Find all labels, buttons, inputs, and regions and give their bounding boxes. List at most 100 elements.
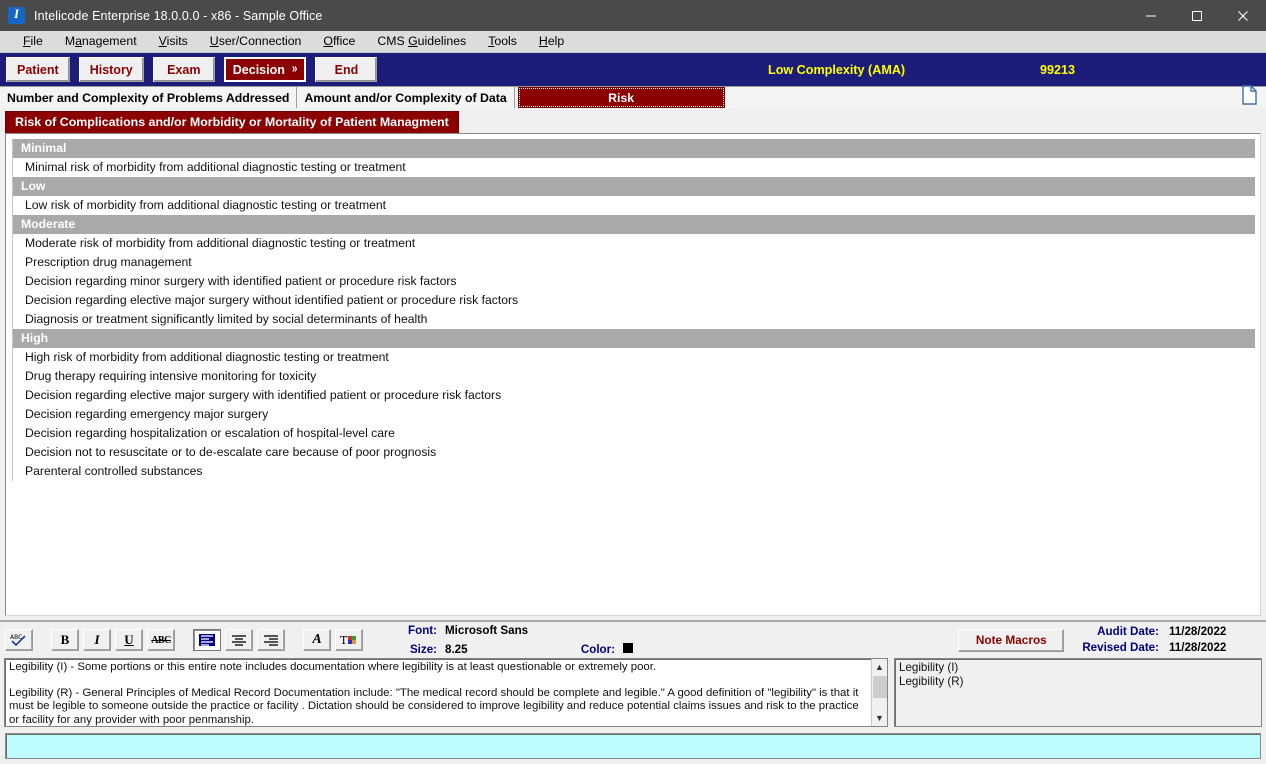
risk-list-item[interactable]: Decision regarding elective major surger… — [13, 291, 1254, 310]
minimize-icon[interactable] — [1128, 0, 1174, 31]
spellcheck-icon[interactable]: ABC — [5, 629, 33, 651]
note-scrollbar[interactable]: ▲ ▼ — [871, 659, 887, 726]
nav-button-label: End — [334, 62, 359, 77]
risk-group-header: Low — [13, 177, 1255, 196]
note-editor-panel: ABC B I U ABC A T Font: Microsoft Sans S… — [0, 620, 1266, 764]
menu-item-file[interactable]: File — [12, 31, 54, 52]
nav-button-patient[interactable]: Patient — [6, 57, 70, 82]
tab-data-complexity[interactable]: Amount and/or Complexity of Data — [297, 87, 515, 108]
status-bar[interactable] — [5, 733, 1261, 759]
scroll-down-icon[interactable]: ▼ — [871, 710, 887, 726]
risk-panel: Risk of Complications and/or Morbidity o… — [0, 108, 1266, 620]
complexity-status: Low Complexity (AMA) — [768, 62, 906, 77]
note-paragraph: Legibility (I) - Some portions or this e… — [9, 661, 657, 673]
risk-rows-container: Minimal Minimal risk of morbidity from ad… — [12, 139, 1255, 481]
maximize-icon[interactable] — [1174, 0, 1220, 31]
tab-problems-addressed[interactable]: Number and Complexity of Problems Addres… — [0, 87, 298, 108]
font-label: Font: — [408, 623, 437, 637]
audit-dates: Audit Date: 11/28/2022 Revised Date: 11/… — [1082, 624, 1255, 656]
align-right-icon[interactable] — [257, 629, 285, 651]
nav-button-label: Exam — [167, 62, 201, 77]
risk-list-item[interactable]: Moderate risk of morbidity from addition… — [13, 234, 1254, 253]
scrollbar-thumb[interactable] — [872, 676, 887, 698]
risk-list-item[interactable]: Prescription drug management — [13, 253, 1254, 272]
audit-date-value: 11/28/2022 — [1169, 625, 1227, 638]
align-center-icon[interactable] — [225, 629, 253, 651]
nav-button-history[interactable]: History — [78, 57, 144, 82]
document-page-icon[interactable] — [1241, 85, 1258, 110]
risk-group-header: High — [13, 329, 1255, 348]
risk-listbox[interactable]: Minimal Minimal risk of morbidity from ad… — [5, 133, 1261, 616]
risk-group-header: Minimal — [13, 139, 1255, 158]
font-info: Font: Microsoft Sans Size: 8.25 Color: — [399, 623, 633, 658]
macro-list-item[interactable]: Legibility (R) — [899, 675, 1257, 689]
formatting-toolbar: ABC B I U ABC A T Font: Microsoft Sans S… — [0, 622, 1266, 658]
tab-strip-filler — [725, 85, 1266, 110]
risk-list-item[interactable]: Decision regarding minor surgery with id… — [13, 272, 1254, 291]
macro-list-item[interactable]: Legibility (I) — [899, 661, 1257, 675]
window-title: Intelicode Enterprise 18.0.0.0 - x86 - S… — [34, 8, 323, 23]
risk-list-item[interactable]: Decision regarding elective major surger… — [13, 386, 1254, 405]
note-textarea[interactable]: Legibility (I) - Some portions or this e… — [4, 658, 888, 727]
menu-item-visits[interactable]: Visits — [148, 31, 199, 52]
mdm-tab-strip: Number and Complexity of Problems Addres… — [0, 85, 1266, 110]
risk-group-header: Moderate — [13, 215, 1255, 234]
chevron-down-icon: » — [291, 61, 298, 76]
app-logo-icon — [8, 6, 25, 24]
note-text-content[interactable]: Legibility (I) - Some portions or this e… — [5, 659, 871, 726]
risk-list-item[interactable]: Decision regarding emergency major surge… — [13, 405, 1254, 424]
underline-icon[interactable]: U — [115, 629, 143, 651]
color-label: Color: — [580, 642, 615, 656]
macro-list-box[interactable]: Legibility (I) Legibility (R) — [894, 658, 1262, 727]
primary-nav-bar: Patient History Exam Decision » End Low … — [0, 53, 1266, 86]
nav-button-exam[interactable]: Exam — [152, 57, 215, 82]
color-swatch[interactable] — [623, 642, 633, 658]
revised-date-value: 11/28/2022 — [1169, 641, 1227, 654]
scroll-up-icon[interactable]: ▲ — [871, 659, 887, 675]
revised-date-label: Revised Date: — [1082, 641, 1159, 654]
status-bar-wrap — [0, 729, 1266, 764]
font-value[interactable]: Microsoft Sans — [445, 623, 565, 639]
title-bar: Intelicode Enterprise 18.0.0.0 - x86 - S… — [0, 0, 1266, 31]
menu-item-user-connection[interactable]: User/Connection — [199, 31, 313, 52]
tab-risk[interactable]: Risk — [517, 87, 725, 108]
risk-list-item[interactable]: Decision not to resuscitate or to de-esc… — [13, 443, 1254, 462]
risk-list-item[interactable]: High risk of morbidity from additional d… — [13, 348, 1254, 367]
note-macros-button[interactable]: Note Macros — [958, 628, 1065, 652]
macro-and-dates: Note Macros Audit Date: 11/28/2022 Revis… — [958, 624, 1261, 656]
menu-item-help[interactable]: Help — [528, 31, 575, 52]
editor-row: Legibility (I) - Some portions or this e… — [0, 658, 1266, 729]
menu-item-cms-guidelines[interactable]: CMS Guidelines — [366, 31, 477, 52]
nav-button-decision[interactable]: Decision » — [223, 57, 307, 82]
risk-list-item[interactable]: Parenteral controlled substances — [13, 462, 1254, 481]
size-value[interactable]: 8.25 — [445, 642, 565, 658]
risk-list-item[interactable]: Drug therapy requiring intensive monitor… — [13, 367, 1254, 386]
menu-bar: File Management Visits User/Connection O… — [0, 31, 1266, 53]
risk-list-item[interactable]: Low risk of morbidity from additional di… — [13, 196, 1254, 215]
note-paragraph: Legibility (R) - General Principles of M… — [9, 686, 859, 726]
nav-button-label: Decision — [232, 62, 285, 77]
window-controls — [1128, 0, 1266, 31]
size-label: Size: — [409, 642, 437, 656]
audit-date-label: Audit Date: — [1097, 625, 1159, 638]
menu-item-tools[interactable]: Tools — [477, 31, 528, 52]
menu-item-office[interactable]: Office — [312, 31, 366, 52]
font-style-icon[interactable]: A — [303, 629, 331, 651]
close-icon[interactable] — [1220, 0, 1266, 31]
strikethrough-icon[interactable]: ABC — [147, 629, 175, 651]
risk-list-item[interactable]: Diagnosis or treatment significantly lim… — [13, 310, 1254, 329]
svg-text:T: T — [340, 634, 348, 647]
risk-list-item[interactable]: Minimal risk of morbidity from additiona… — [13, 158, 1254, 177]
bold-icon[interactable]: B — [51, 629, 79, 651]
nav-button-label: History — [89, 62, 133, 77]
italic-icon[interactable]: I — [83, 629, 111, 651]
application-window: Intelicode Enterprise 18.0.0.0 - x86 - S… — [0, 0, 1266, 764]
nav-button-label: Patient — [17, 62, 59, 77]
cpt-code-value: 99213 — [1040, 62, 1076, 77]
risk-section-title: Risk of Complications and/or Morbidity o… — [5, 111, 459, 133]
risk-list-item[interactable]: Decision regarding hospitalization or es… — [13, 424, 1254, 443]
nav-button-end[interactable]: End — [315, 57, 378, 82]
text-color-icon[interactable]: T — [335, 629, 363, 651]
align-left-icon[interactable] — [193, 629, 221, 651]
menu-item-management[interactable]: Management — [54, 31, 148, 52]
